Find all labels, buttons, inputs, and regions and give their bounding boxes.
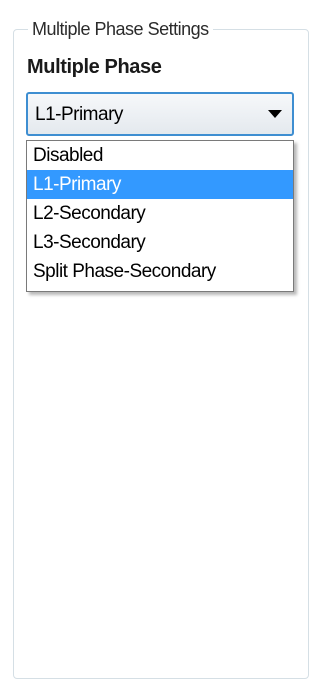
option-split-phase-secondary[interactable]: Split Phase-Secondary	[27, 257, 293, 286]
option-l2-secondary[interactable]: L2-Secondary	[27, 199, 293, 228]
multiple-phase-label: Multiple Phase	[27, 56, 162, 78]
option-l1-primary[interactable]: L1-Primary	[27, 170, 293, 199]
chevron-down-icon[interactable]	[268, 110, 282, 118]
dropdown-list: Disabled L1-Primary L2-Secondary L3-Seco…	[26, 140, 294, 292]
group-title: Multiple Phase Settings	[28, 18, 213, 40]
multiple-phase-dropdown[interactable]: L1-Primary	[26, 92, 294, 136]
dropdown-selected-value: L1-Primary	[35, 104, 123, 125]
option-disabled[interactable]: Disabled	[27, 141, 293, 170]
option-l3-secondary[interactable]: L3-Secondary	[27, 228, 293, 257]
